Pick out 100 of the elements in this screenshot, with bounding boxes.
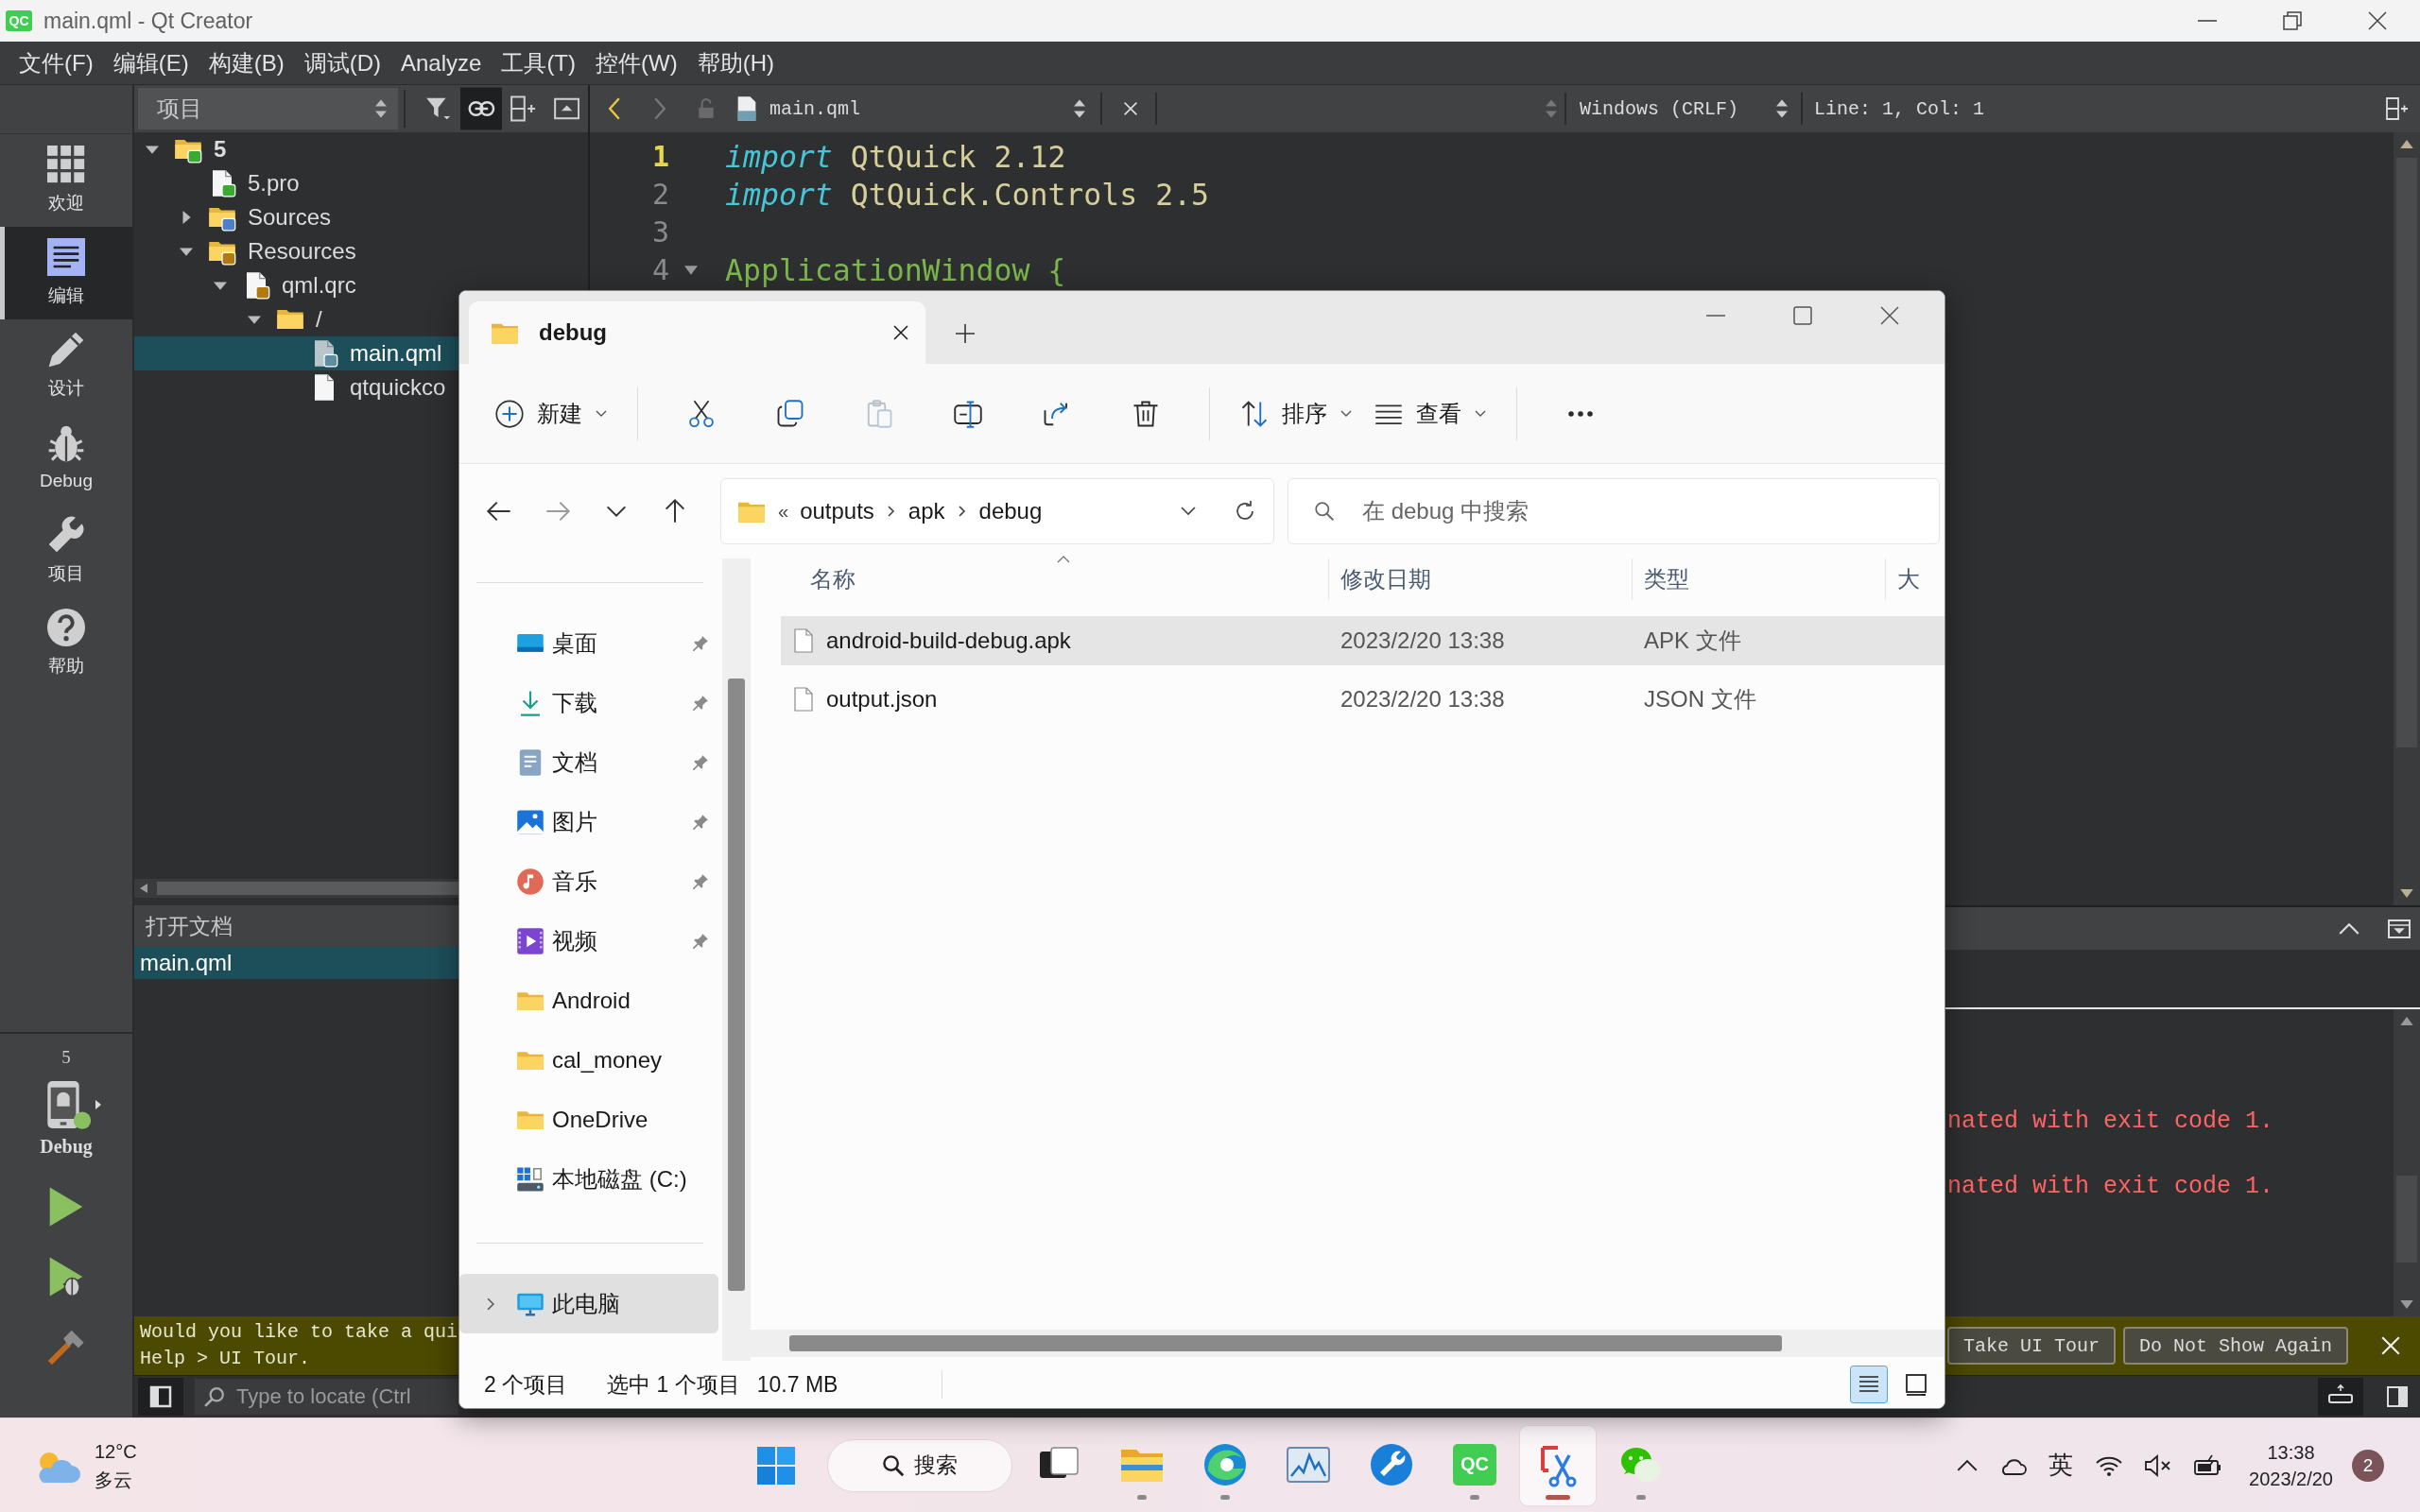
clock-date[interactable]: 2023/2/20	[2249, 1465, 2333, 1492]
column-header[interactable]: 类型	[1632, 558, 1885, 600]
column-header[interactable]: 修改日期	[1328, 558, 1632, 600]
plus-icon[interactable]	[956, 324, 975, 343]
search-field[interactable]: 在 debug 中搜索	[1288, 478, 1940, 544]
menu-item[interactable]: 调试(D)	[303, 47, 381, 78]
muted-speaker-icon[interactable]	[2144, 1453, 2172, 1477]
scroll-up-icon[interactable]	[2400, 1017, 2413, 1025]
view-selector[interactable]: 项目	[138, 88, 399, 129]
fold-arrow-icon[interactable]	[684, 266, 698, 275]
scroll-left-icon[interactable]	[140, 884, 147, 893]
sort-button[interactable]: 排序	[1229, 385, 1363, 442]
battery-charging-icon[interactable]	[2193, 1453, 2221, 1477]
tree-item[interactable]: qml.qrc	[134, 268, 458, 302]
filter-icon[interactable]	[425, 95, 452, 122]
chevron-right-icon[interactable]	[887, 506, 895, 517]
breadcrumb-item[interactable]: outputs	[796, 498, 878, 524]
mode-tab[interactable]: 项目	[0, 505, 132, 597]
menu-item[interactable]: 工具(T)	[501, 47, 577, 78]
scrollbar-thumb[interactable]	[157, 882, 458, 895]
tree-item[interactable]: qtquickco	[134, 370, 458, 404]
tour-button[interactable]: Take UI Tour	[1946, 1327, 2116, 1365]
split-icon[interactable]	[2386, 97, 2409, 120]
close-icon[interactable]	[1880, 306, 1899, 325]
menu-item[interactable]: 控件(W)	[596, 47, 678, 78]
rename-icon[interactable]	[954, 399, 982, 428]
scroll-up-icon[interactable]	[2400, 140, 2413, 148]
nav-item[interactable]: 图片	[459, 792, 718, 851]
notification-badge[interactable]: 2	[2352, 1449, 2384, 1482]
refresh-icon[interactable]	[1234, 500, 1256, 523]
column-header[interactable]: 大	[1885, 558, 1942, 600]
maximize-icon[interactable]	[1793, 306, 1812, 325]
tree-item[interactable]: Sources	[134, 200, 458, 234]
weather-condition[interactable]: 多云	[95, 1467, 137, 1492]
mode-tab[interactable]: 帮助	[0, 597, 132, 690]
panel-toggle-icon[interactable]	[2318, 1378, 2363, 1416]
mode-tab[interactable]: 设计	[0, 319, 132, 412]
tree-item[interactable]: /	[134, 302, 458, 336]
tree-item[interactable]: 5.pro	[134, 166, 458, 200]
tour-button[interactable]: Do Not Show Again	[2122, 1327, 2348, 1365]
nav-item[interactable]: 桌面	[459, 613, 718, 673]
breadcrumb-item[interactable]: apk	[904, 498, 949, 524]
menu-item[interactable]: 编辑(E)	[112, 47, 189, 78]
search-button[interactable]: 搜索	[827, 1438, 1012, 1492]
vertical-scrollbar[interactable]	[722, 558, 751, 1361]
menu-item[interactable]: 帮助(H)	[697, 47, 774, 78]
chevron-up-icon[interactable]	[1957, 1459, 1978, 1471]
right-sidebar-toggle-icon[interactable]	[2386, 1385, 2409, 1408]
file-row[interactable]: output.json 2023/2/20 13:38 JSON 文件	[781, 675, 1945, 724]
close-icon[interactable]	[2368, 11, 2387, 30]
vertical-scrollbar[interactable]	[2394, 132, 2420, 905]
scrollbar-thumb[interactable]	[728, 679, 745, 1291]
temperature[interactable]: 12°C	[95, 1438, 137, 1464]
tree-item[interactable]: 5	[134, 132, 458, 166]
link-icon[interactable]	[459, 87, 503, 130]
file-row[interactable]: android-build-debug.apk 2023/2/20 13:38 APK 文件	[781, 616, 1945, 665]
nav-item[interactable]: Android	[459, 971, 718, 1030]
scrollbar-thumb[interactable]	[789, 1335, 1782, 1351]
clock-time[interactable]: 13:38	[2267, 1438, 2315, 1466]
nav-item[interactable]: OneDrive	[459, 1090, 718, 1149]
chevron-right-icon[interactable]	[958, 506, 966, 517]
open-document-item[interactable]: main.qml	[134, 947, 458, 979]
path-overflow-button[interactable]: «	[778, 500, 789, 523]
trash-icon[interactable]	[1132, 399, 1160, 428]
nav-item[interactable]: 此电脑	[459, 1274, 718, 1333]
close-icon[interactable]	[893, 325, 908, 340]
menu-item[interactable]: Analyze	[401, 49, 482, 77]
copy-icon[interactable]	[776, 399, 804, 428]
windows-logo-icon[interactable]	[757, 1446, 795, 1485]
address-bar[interactable]: « outputs apk debug	[720, 478, 1274, 544]
tree-item[interactable]: main.qml	[134, 336, 458, 370]
new-button[interactable]: 新建	[484, 385, 618, 442]
nav-item[interactable]: 本地磁盘 (C:)	[459, 1149, 718, 1209]
view-button[interactable]: 查看	[1363, 385, 1497, 442]
details-view-icon[interactable]	[1850, 1366, 1888, 1403]
breadcrumb-item[interactable]: debug	[975, 498, 1046, 524]
horizontal-scrollbar[interactable]	[751, 1330, 1945, 1357]
run-target-selector[interactable]: Debug	[27, 1079, 105, 1158]
tree-item[interactable]: Resources	[134, 234, 458, 268]
line-ending-selector[interactable]: Windows (CRLF)	[1570, 97, 1797, 120]
nav-item[interactable]: 下载	[459, 673, 718, 732]
scroll-down-icon[interactable]	[2400, 889, 2413, 898]
explorer-tab[interactable]: debug	[469, 301, 925, 364]
nav-item[interactable]: cal_money	[459, 1030, 718, 1090]
scroll-down-icon[interactable]	[2400, 1300, 2413, 1309]
split-icon[interactable]	[510, 95, 537, 122]
mode-tab[interactable]: 编辑	[0, 227, 132, 319]
locator-field[interactable]: Type to locate (Ctrl	[195, 1379, 458, 1415]
menu-item[interactable]: 文件(F)	[19, 47, 94, 78]
nav-item[interactable]: 文档	[459, 732, 718, 792]
horizontal-scrollbar[interactable]	[134, 879, 458, 898]
mode-tab[interactable]: Debug	[0, 412, 132, 505]
chevron-down-icon[interactable]	[1181, 507, 1196, 516]
mode-tab[interactable]: 欢迎	[0, 134, 132, 227]
scissors-icon[interactable]	[687, 399, 716, 428]
menu-item[interactable]: 构建(B)	[208, 47, 285, 78]
vertical-scrollbar[interactable]	[2394, 1009, 2420, 1316]
restore-icon[interactable]	[2283, 11, 2302, 30]
input-method-indicator[interactable]: 英	[2048, 1449, 2073, 1482]
column-header[interactable]: 名称	[781, 558, 1328, 600]
